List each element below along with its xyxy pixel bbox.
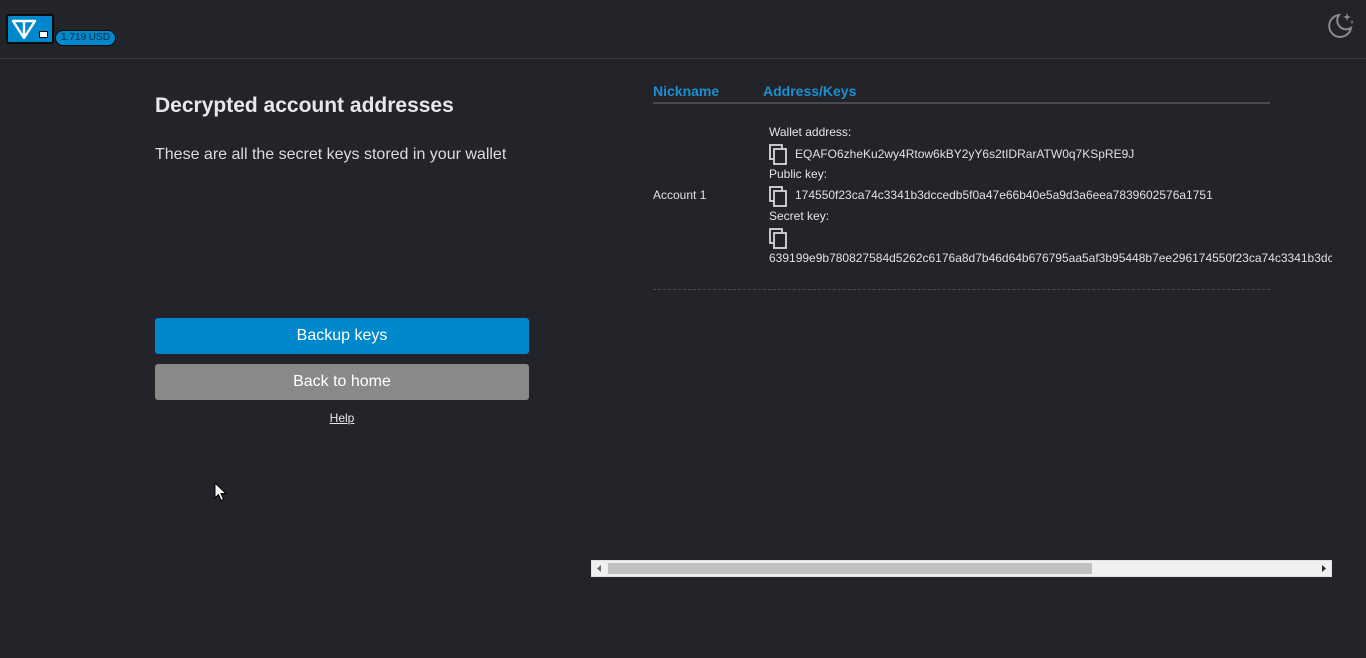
table-row-divider — [653, 289, 1270, 290]
scroll-left-arrow-icon[interactable] — [592, 561, 607, 576]
page-title: Decrypted account addresses — [155, 94, 454, 117]
app-header: 1.719 USD — [0, 0, 1366, 59]
mouse-pointer-icon — [214, 481, 228, 507]
column-header-nickname: Nickname — [653, 83, 720, 99]
wallet-address-label: Wallet address: — [769, 125, 852, 139]
public-key-value: 174550f23ca74c3341b3dccedb5f0a47e66b40e5… — [795, 188, 1213, 202]
back-to-home-button[interactable]: Back to home — [155, 364, 529, 400]
public-key-label: Public key: — [769, 167, 828, 181]
account-nickname: Account 1 — [653, 188, 707, 202]
accounts-table: Nickname Address/Keys Account 1 Wallet a… — [591, 76, 1332, 560]
table-header-divider — [653, 102, 1270, 104]
column-header-address-keys: Address/Keys — [763, 83, 857, 99]
page-description: These are all the secret keys stored in … — [155, 146, 507, 163]
price-badge: 1.719 USD — [55, 30, 116, 46]
copy-icon[interactable] — [769, 228, 789, 250]
moon-stars-icon[interactable] — [1325, 10, 1355, 40]
ton-wallet-logo-icon[interactable] — [6, 14, 54, 44]
scrollbar-thumb[interactable] — [608, 563, 1092, 574]
copy-icon[interactable] — [769, 144, 789, 166]
help-link[interactable]: Help — [155, 411, 529, 425]
copy-icon[interactable] — [769, 186, 789, 208]
logo-chip — [39, 31, 48, 38]
backup-keys-button[interactable]: Backup keys — [155, 318, 529, 354]
wallet-address-value: EQAFO6zheKu2wy4Rtow6kBY2yY6s2tIDRarATW0q… — [795, 147, 1135, 161]
secret-key-label: Secret key: — [769, 209, 830, 223]
scroll-right-arrow-icon[interactable] — [1316, 561, 1331, 576]
secret-key-value: 639199e9b780827584d5262c6176a8d7b46d64b6… — [769, 251, 1332, 265]
horizontal-scrollbar[interactable] — [591, 560, 1332, 577]
